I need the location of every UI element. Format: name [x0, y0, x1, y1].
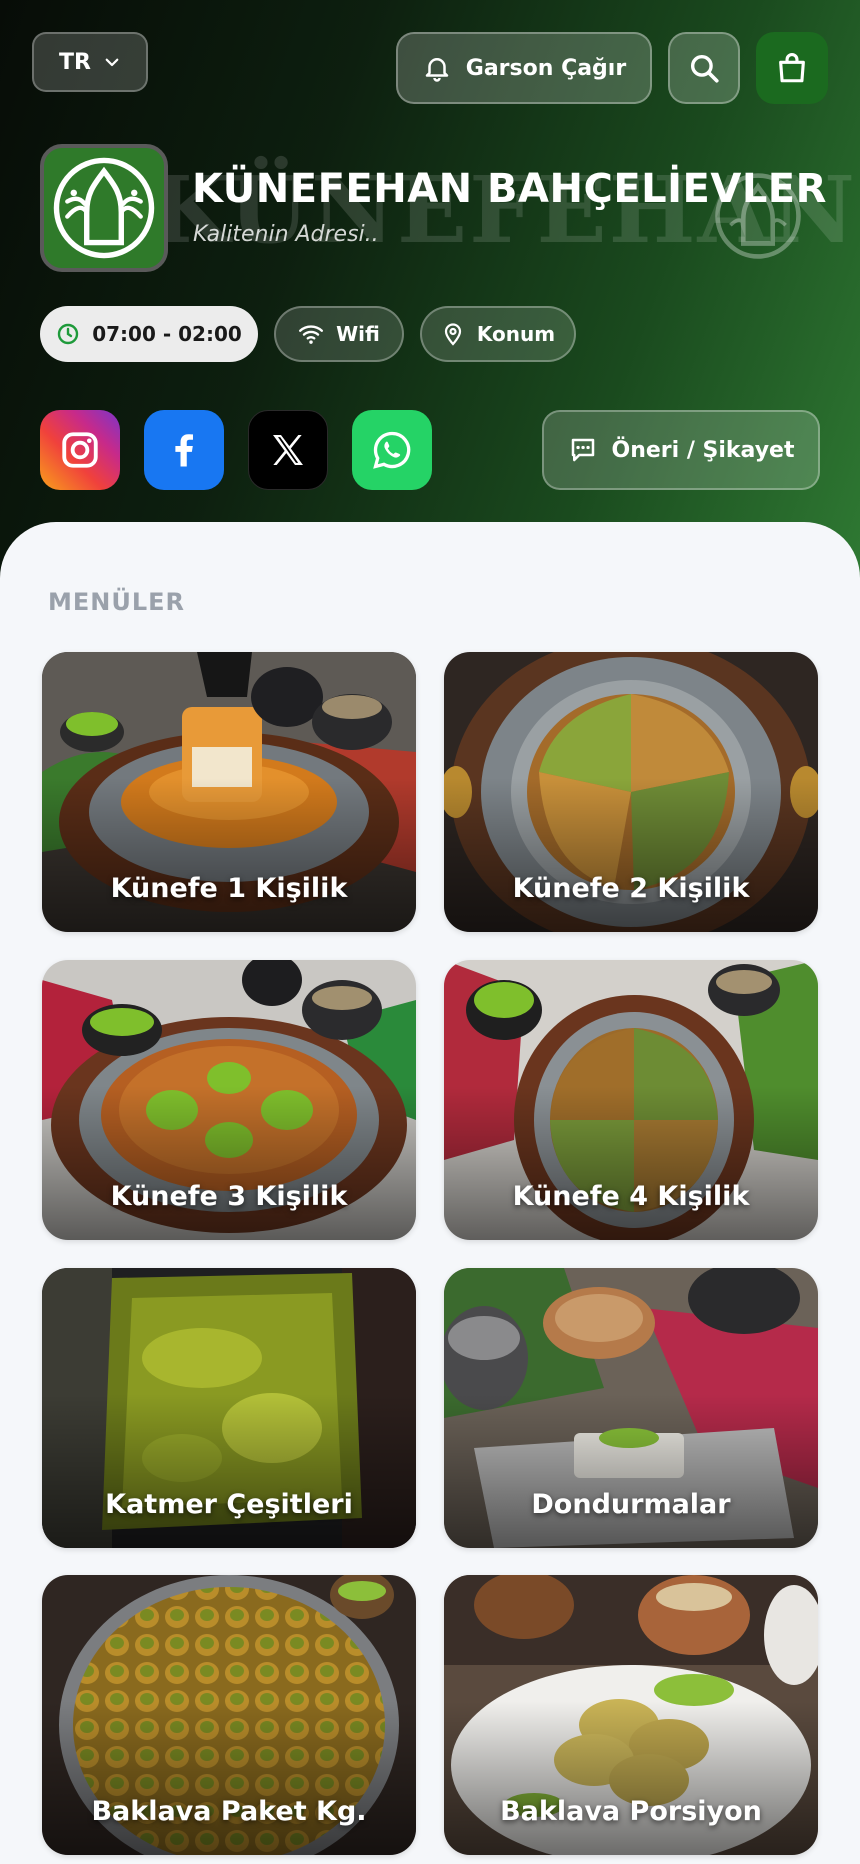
clock-icon: [58, 323, 79, 345]
menu-card-baklava-porsiyon[interactable]: Baklava Porsiyon: [444, 1575, 818, 1855]
opening-hours-text: 07:00 - 02:00: [92, 322, 242, 346]
x-icon: [273, 435, 303, 465]
menu-card-katmer[interactable]: Katmer Çeşitleri: [42, 1268, 416, 1548]
brand-slogan: Kalitenin Adresi..: [193, 222, 379, 247]
cart-button[interactable]: [756, 32, 828, 104]
menu-card-label: Baklava Porsiyon: [500, 1796, 762, 1827]
language-selector[interactable]: TR: [32, 32, 148, 92]
kunefehan-logo-icon: [53, 157, 155, 259]
section-title: MENÜLER: [48, 588, 186, 616]
menu-card-kunefe-4[interactable]: Künefe 4 Kişilik: [444, 960, 818, 1240]
facebook-button[interactable]: [144, 410, 224, 490]
chevron-down-icon: [105, 58, 119, 67]
hero-header: KÜNEFEHAN TR Garson Çağır KÜNEFEHAN BAHÇ…: [0, 0, 860, 600]
bell-icon: [425, 58, 449, 82]
brand-logo: [40, 144, 168, 272]
map-pin-icon: [444, 323, 461, 346]
menu-card-label: Künefe 1 Kişilik: [110, 873, 348, 904]
menu-card-label: Baklava Paket Kg.: [91, 1796, 367, 1827]
menu-card-label: Katmer Çeşitleri: [105, 1489, 353, 1520]
location-label: Konum: [476, 322, 556, 346]
wifi-icon: [299, 325, 324, 344]
location-button[interactable]: Konum: [420, 306, 576, 362]
opening-hours-chip: 07:00 - 02:00: [40, 306, 258, 362]
whatsapp-button[interactable]: [352, 410, 432, 490]
facebook-icon: [175, 434, 193, 467]
menu-card-kunefe-1[interactable]: Künefe 1 Kişilik: [42, 652, 416, 932]
menu-card-kunefe-2[interactable]: Künefe 2 Kişilik: [444, 652, 818, 932]
wifi-label: Wifi: [336, 322, 380, 346]
x-twitter-button[interactable]: [248, 410, 328, 490]
menu-card-baklava-paket[interactable]: Baklava Paket Kg.: [42, 1575, 416, 1855]
whatsapp-icon: [373, 431, 411, 469]
wifi-button[interactable]: Wifi: [274, 306, 404, 362]
menu-card-label: Künefe 2 Kişilik: [512, 873, 750, 904]
menu-card-kunefe-3[interactable]: Künefe 3 Kişilik: [42, 960, 416, 1240]
language-code: TR: [59, 49, 91, 75]
shopping-bag-icon: [779, 53, 805, 83]
instagram-icon: [62, 432, 98, 468]
message-icon: [571, 438, 594, 462]
call-waiter-button[interactable]: Garson Çağır: [396, 32, 652, 104]
instagram-button[interactable]: [40, 410, 120, 490]
menu-card-label: Künefe 3 Kişilik: [110, 1181, 348, 1212]
brand-name: KÜNEFEHAN BAHÇELİEVLER: [192, 166, 827, 212]
menu-card-label: Dondurmalar: [531, 1489, 731, 1520]
feedback-label: Öneri / Şikayet: [611, 437, 795, 463]
menu-card-label: Künefe 4 Kişilik: [512, 1181, 750, 1212]
search-icon: [690, 54, 719, 83]
call-waiter-label: Garson Çağır: [465, 55, 627, 81]
feedback-button[interactable]: Öneri / Şikayet: [542, 410, 820, 490]
search-button[interactable]: [668, 32, 740, 104]
menu-card-dondurmalar[interactable]: Dondurmalar: [444, 1268, 818, 1548]
